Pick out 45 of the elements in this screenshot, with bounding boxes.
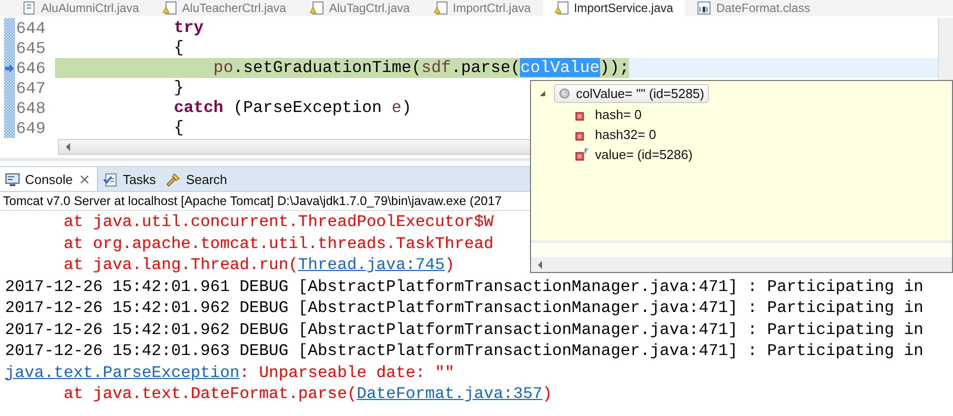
circle-icon (559, 88, 570, 98)
expand-triangle-icon[interactable] (539, 90, 546, 96)
editor-tab[interactable]: AluAlumniCtrl.java (10, 0, 152, 16)
stack-trace-link[interactable]: java.text.ParseException (5, 362, 240, 382)
code-line: catch (ParseException e) (172, 98, 412, 118)
code-line: { (172, 118, 184, 138)
line-number: 647 (15, 78, 46, 98)
stack-trace-link[interactable]: Thread.java:745 (298, 255, 445, 274)
code-line: } (172, 78, 184, 98)
field-value[interactable]: hash32= 0 (595, 126, 656, 142)
console-text: at java.util.concurrent.ThreadPoolExecutor$W (62, 212, 494, 231)
horizontal-scrollbar[interactable] (531, 257, 952, 272)
code-line: { (172, 38, 184, 58)
console-text: 2017-12-26 15:42:01.962 DEBUG [AbstractPlatformTransactionManager.java:471] : Participating in (5, 320, 924, 338)
variable-node[interactable]: colValue= "" (id=5285) (554, 84, 710, 102)
console-text: 2017-12-26 15:42:01.961 DEBUG [AbstractPlatformTransactionManager.java:471] : Participating in (5, 276, 924, 296)
line-number: 645 (15, 38, 46, 58)
console-text: ) (444, 255, 454, 274)
close-icon[interactable] (80, 174, 89, 184)
line-number: 646 (15, 58, 46, 78)
monitor-icon (5, 172, 20, 186)
view-tab[interactable]: Search (160, 167, 232, 191)
stack-trace-link[interactable]: DateFormat.java:357 (356, 384, 542, 403)
line-number: 649 (15, 118, 46, 138)
code-line: try (172, 18, 204, 38)
console-text: : Unparseable date: "" (240, 362, 454, 382)
editor-tab[interactable]: DateFormat.class (685, 0, 822, 16)
field-value[interactable]: value= (id=5286) (595, 146, 693, 162)
console-text: 2017-12-26 15:42:01.962 DEBUG [AbstractPlatformTransactionManager.java:471] : Participating in (5, 298, 924, 317)
field-value[interactable]: hash= 0 (595, 106, 642, 122)
flashlight-icon (166, 172, 181, 186)
line-number: 648 (15, 98, 46, 118)
console-text: 2017-12-26 15:42:01.963 DEBUG [AbstractPlatformTransactionManager.java:471] : Participating in (5, 341, 924, 360)
editor-tab[interactable]: ImportService.java (542, 0, 686, 16)
editor-tab[interactable]: AluTagCtrl.java (298, 0, 422, 16)
clipboard-check-icon (102, 172, 118, 186)
view-tab[interactable]: Console (0, 167, 98, 191)
console-text: at java.lang.Thread.run( (62, 255, 298, 274)
editor-tab[interactable]: ImportCtrl.java (422, 0, 543, 16)
console-text: at org.apache.tomcat.util.threads.TaskThread (62, 234, 494, 252)
line-number: 644 (15, 18, 46, 38)
view-tab[interactable]: Tasks (98, 167, 161, 191)
console-text: at java.text.DateFormat.parse( (62, 384, 357, 403)
console-text: ) (542, 384, 552, 403)
editor-tab[interactable]: AluTeacherCtrl.java (151, 0, 298, 16)
